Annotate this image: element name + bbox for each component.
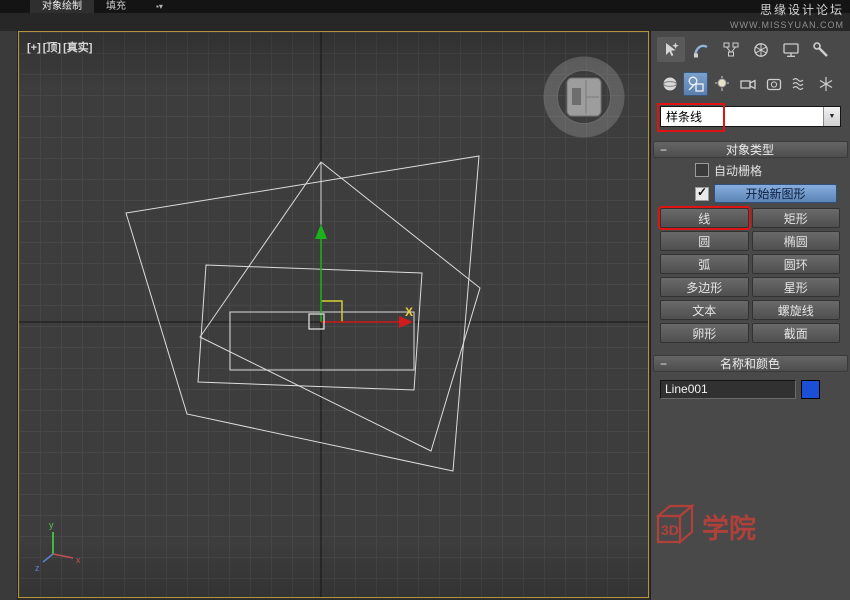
tab-hierarchy[interactable] — [717, 37, 745, 62]
category-geometry[interactable] — [657, 72, 682, 96]
shape-tool-button[interactable]: 椭圆 — [752, 231, 841, 251]
viewport-menu-view[interactable]: [顶] — [43, 42, 61, 54]
tab-modify[interactable] — [687, 37, 715, 62]
dropdown-value: 样条线 — [661, 108, 823, 125]
motion-icon — [751, 40, 771, 60]
tripod-z-label: z — [35, 563, 40, 573]
lights-icon — [712, 74, 732, 94]
autogrid-checkbox[interactable] — [695, 163, 709, 177]
transform-gizmo[interactable]: X — [309, 224, 413, 329]
application-window: 对象绘制填充 ▪▾ [+][顶][真实] — [0, 0, 850, 600]
category-row — [651, 72, 850, 98]
cube-logo-text: 3D — [661, 522, 679, 538]
rollout-title: 名称和颜色 — [667, 355, 847, 372]
object-name-input[interactable]: Line001 — [660, 380, 796, 399]
display-icon — [781, 40, 801, 60]
spline-quad-rotated[interactable] — [200, 162, 480, 451]
viewport-menu-plus[interactable]: [+] — [27, 42, 41, 54]
chevron-down-icon[interactable]: ▼ — [823, 107, 840, 126]
spline-quad-large[interactable] — [126, 156, 479, 471]
category-helpers[interactable] — [761, 72, 786, 96]
3d-academy-watermark: 3D 学院 — [652, 500, 756, 552]
tab-display[interactable] — [777, 37, 805, 62]
shape-tool-button[interactable]: 矩形 — [752, 208, 841, 228]
tripod-y-label: y — [49, 520, 54, 530]
wheel-pad-slot — [572, 88, 581, 105]
category-lights[interactable] — [709, 72, 734, 96]
shape-tool-button[interactable]: 弧 — [660, 254, 749, 274]
collapse-icon: − — [660, 143, 667, 157]
viewport-top[interactable]: [+][顶][真实] — [18, 31, 649, 598]
spline-rect-tilted[interactable] — [198, 265, 422, 390]
viewport-menu-shading[interactable]: [真实] — [63, 42, 92, 54]
start-new-shape-row: 开始新图形 — [695, 184, 837, 203]
shape-tool-button[interactable]: 多边形 — [660, 277, 749, 297]
shapes-icon — [686, 74, 706, 94]
spline-rect[interactable] — [230, 312, 414, 370]
shape-tool-button[interactable]: 圆环 — [752, 254, 841, 274]
shape-type-dropdown[interactable]: 样条线 ▼ — [660, 106, 841, 127]
collapse-icon: − — [660, 357, 667, 371]
tab-create[interactable] — [657, 37, 685, 62]
ribbon-tab-bar: 对象绘制填充 ▪▾ — [0, 0, 850, 13]
shape-tool-button[interactable]: 圆 — [660, 231, 749, 251]
spline-layer — [126, 156, 480, 471]
utilities-icon — [811, 40, 831, 60]
left-toolbar-strip — [0, 31, 18, 600]
ribbon-minimize-icon[interactable]: ▪▾ — [150, 0, 169, 13]
gizmo-y-arrowhead[interactable] — [315, 224, 327, 239]
viewport-label: [+][顶][真实] — [27, 39, 94, 55]
helpers-icon — [764, 74, 784, 94]
space-warps-icon — [790, 74, 810, 94]
cube-logo-icon: 3D — [652, 500, 700, 552]
rollout-name-color-header[interactable]: − 名称和颜色 — [653, 355, 848, 372]
rollout-title: 对象类型 — [667, 141, 847, 158]
category-systems[interactable] — [813, 72, 838, 96]
tripod-z-axis — [43, 554, 53, 562]
name-color-row: Line001 — [651, 380, 850, 399]
shape-tool-button[interactable]: 螺旋线 — [752, 300, 841, 320]
autogrid-row: 自动栅格 — [695, 163, 850, 177]
cameras-icon — [738, 74, 758, 94]
shape-tool-button[interactable]: 截面 — [752, 323, 841, 343]
forum-watermark-line2: WWW.MISSYUAN.COM — [730, 20, 844, 30]
ribbon-tab[interactable]: 填充 — [94, 0, 138, 13]
autogrid-label: 自动栅格 — [714, 162, 762, 179]
shape-tool-grid: 线矩形圆椭圆弧圆环多边形星形文本螺旋线卵形截面 — [660, 208, 840, 343]
forum-watermark-line1: 思缘设计论坛 — [730, 1, 844, 18]
world-axis-tripod: y x z — [35, 520, 81, 573]
hierarchy-icon — [721, 40, 741, 60]
tripod-x-label: x — [76, 555, 81, 565]
shape-tool-button[interactable]: 星形 — [752, 277, 841, 297]
category-shapes[interactable] — [683, 72, 708, 96]
object-color-swatch[interactable] — [801, 380, 820, 399]
geometry-sphere-icon — [660, 74, 680, 94]
viewport-canvas: X y x z — [19, 32, 648, 597]
category-space-warps[interactable] — [787, 72, 812, 96]
tab-utilities[interactable] — [807, 37, 835, 62]
shape-tool-button[interactable]: 线 — [660, 208, 749, 228]
command-panel-tabs — [651, 31, 850, 63]
shape-tool-button[interactable]: 文本 — [660, 300, 749, 320]
start-new-shape-checkbox[interactable] — [695, 187, 709, 201]
rollout-object-type-header[interactable]: − 对象类型 — [653, 141, 848, 158]
forum-watermark: 思缘设计论坛 WWW.MISSYUAN.COM — [730, 1, 844, 30]
tab-motion[interactable] — [747, 37, 775, 62]
category-cameras[interactable] — [735, 72, 760, 96]
ribbon-tab[interactable]: 对象绘制 — [30, 0, 94, 13]
toolbar-strip — [0, 13, 850, 31]
shape-type-dropdown-wrap: 样条线 ▼ — [660, 106, 841, 127]
tripod-x-axis — [53, 554, 73, 558]
start-new-shape-button[interactable]: 开始新图形 — [714, 184, 837, 203]
create-icon — [661, 40, 681, 60]
steering-wheel[interactable] — [544, 57, 624, 137]
modify-icon — [691, 40, 711, 60]
academy-watermark-text: 学院 — [702, 507, 756, 546]
systems-icon — [816, 74, 836, 94]
ribbon-tabs: 对象绘制填充 — [30, 0, 138, 13]
shape-tool-button[interactable]: 卵形 — [660, 323, 749, 343]
gizmo-x-label: X — [405, 305, 413, 319]
